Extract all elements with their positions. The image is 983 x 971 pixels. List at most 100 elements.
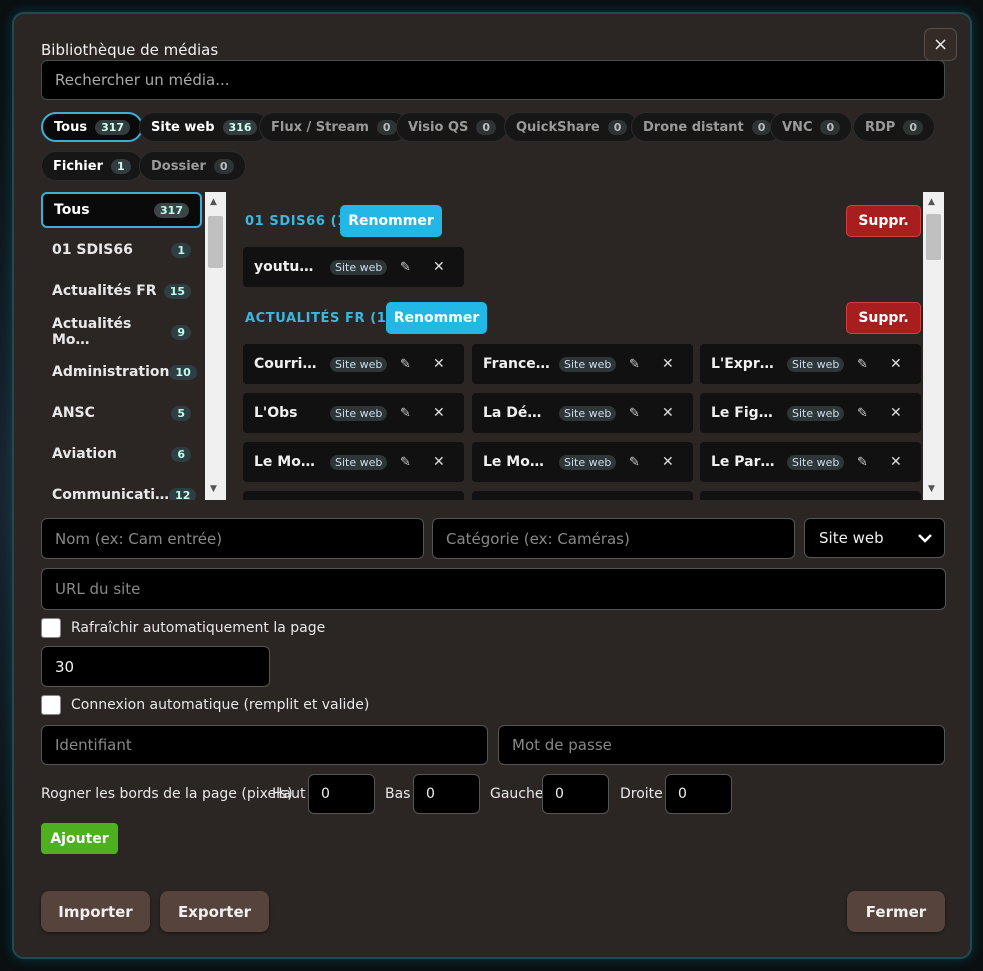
category-count: 1 bbox=[171, 242, 191, 258]
category-scrollbar[interactable]: ▲ ▼ bbox=[205, 192, 226, 500]
category-count: 15 bbox=[163, 283, 191, 299]
crop-top-value: 0 bbox=[321, 786, 330, 802]
media-card[interactable]: Courrie… Site web ✎ ✕ bbox=[243, 344, 464, 384]
category-input[interactable]: Catégorie (ex: Caméras) bbox=[432, 518, 795, 559]
media-card[interactable]: youtub… Site web ✎ ✕ bbox=[243, 247, 464, 287]
type-select-value: Site web bbox=[819, 529, 884, 547]
media-card[interactable]: Le Mon… Site web ✎ ✕ bbox=[472, 442, 693, 482]
filter-count: 0 bbox=[903, 119, 923, 135]
filter-chip-tous[interactable]: Tous 317 bbox=[41, 112, 144, 142]
scroll-up-icon[interactable]: ▲ bbox=[210, 197, 217, 207]
rename-group-button[interactable]: Renommer bbox=[386, 302, 487, 334]
crop-right-label: Droite bbox=[620, 786, 663, 802]
delete-icon[interactable]: ✕ bbox=[433, 259, 445, 275]
name-input[interactable]: Nom (ex: Cam entrée) bbox=[41, 518, 424, 559]
refresh-interval-input[interactable]: 30 bbox=[41, 646, 270, 687]
edit-icon[interactable]: ✎ bbox=[629, 406, 640, 421]
media-card-partial[interactable] bbox=[472, 491, 693, 500]
crop-bottom-label: Bas bbox=[385, 786, 411, 802]
category-item-ansc[interactable]: ANSC 5 bbox=[41, 395, 202, 431]
filter-chip-quickshare[interactable]: QuickShare 0 bbox=[504, 112, 640, 142]
media-card[interactable]: La Dépê… Site web ✎ ✕ bbox=[472, 393, 693, 433]
category-item-actualites-fr[interactable]: Actualités FR 15 bbox=[41, 273, 202, 309]
rename-group-button[interactable]: Renommer bbox=[340, 205, 442, 237]
media-card[interactable]: L'Express Site web ✎ ✕ bbox=[700, 344, 921, 384]
filter-chip-visio-qs[interactable]: Visio QS 0 bbox=[396, 112, 509, 142]
filter-count: 317 bbox=[95, 119, 131, 135]
delete-icon[interactable]: ✕ bbox=[662, 454, 674, 470]
delete-icon[interactable]: ✕ bbox=[433, 454, 445, 470]
close-footer-button[interactable]: Fermer bbox=[847, 891, 945, 932]
auto-refresh-checkbox[interactable] bbox=[41, 618, 61, 638]
media-card[interactable]: France I… Site web ✎ ✕ bbox=[472, 344, 693, 384]
scroll-up-icon[interactable]: ▲ bbox=[928, 197, 935, 207]
filter-chip-drone-distant[interactable]: Drone distant 0 bbox=[631, 112, 784, 142]
delete-group-button[interactable]: Suppr. bbox=[846, 205, 921, 237]
edit-icon[interactable]: ✎ bbox=[857, 406, 868, 421]
edit-icon[interactable]: ✎ bbox=[400, 406, 411, 421]
category-item-actualites-monde[interactable]: Actualités Mo… 9 bbox=[41, 314, 202, 350]
crop-top-input[interactable]: 0 bbox=[308, 774, 375, 814]
delete-group-button[interactable]: Suppr. bbox=[846, 302, 921, 334]
export-button[interactable]: Exporter bbox=[160, 891, 269, 932]
scroll-thumb[interactable] bbox=[208, 216, 223, 268]
filter-chip-site-web[interactable]: Site web 316 bbox=[139, 112, 270, 142]
crop-left-input[interactable]: 0 bbox=[542, 774, 609, 814]
password-input[interactable]: Mot de passe bbox=[498, 725, 945, 765]
delete-icon[interactable]: ✕ bbox=[433, 356, 445, 372]
media-card[interactable]: L'Obs Site web ✎ ✕ bbox=[243, 393, 464, 433]
name-placeholder: Nom (ex: Cam entrée) bbox=[55, 529, 223, 548]
edit-icon[interactable]: ✎ bbox=[629, 455, 640, 470]
edit-icon[interactable]: ✎ bbox=[400, 357, 411, 372]
delete-icon[interactable]: ✕ bbox=[433, 405, 445, 421]
category-item-aviation[interactable]: Aviation 6 bbox=[41, 436, 202, 472]
category-item-tous[interactable]: Tous 317 bbox=[41, 192, 202, 228]
group-title: 01 SDIS66 (1) bbox=[245, 214, 354, 229]
edit-icon[interactable]: ✎ bbox=[400, 260, 411, 275]
login-input[interactable]: Identifiant bbox=[41, 725, 488, 765]
delete-icon[interactable]: ✕ bbox=[890, 405, 902, 421]
delete-icon[interactable]: ✕ bbox=[662, 356, 674, 372]
edit-icon[interactable]: ✎ bbox=[629, 357, 640, 372]
category-item-administration[interactable]: Administration 10 bbox=[41, 354, 202, 390]
media-scrollbar[interactable]: ▲ ▼ bbox=[923, 192, 944, 500]
add-button[interactable]: Ajouter bbox=[41, 823, 118, 854]
crop-bottom-input[interactable]: 0 bbox=[413, 774, 480, 814]
media-card-partial[interactable] bbox=[700, 491, 921, 500]
search-input[interactable]: Rechercher un média... bbox=[41, 60, 945, 100]
filter-label: Site web bbox=[151, 119, 215, 135]
scroll-thumb[interactable] bbox=[926, 214, 941, 260]
edit-icon[interactable]: ✎ bbox=[857, 357, 868, 372]
delete-icon[interactable]: ✕ bbox=[890, 454, 902, 470]
edit-icon[interactable]: ✎ bbox=[857, 455, 868, 470]
scroll-down-icon[interactable]: ▼ bbox=[210, 484, 217, 494]
scroll-down-icon[interactable]: ▼ bbox=[928, 484, 935, 494]
url-input[interactable]: URL du site bbox=[41, 568, 946, 610]
auto-login-checkbox[interactable] bbox=[41, 695, 61, 715]
crop-label: Rogner les bords de la page (pixels) bbox=[41, 786, 293, 802]
media-card-partial[interactable] bbox=[243, 491, 464, 500]
filter-chip-fichier[interactable]: Fichier 1 bbox=[41, 151, 143, 181]
media-card[interactable]: Le Figaro Site web ✎ ✕ bbox=[700, 393, 921, 433]
delete-icon[interactable]: ✕ bbox=[890, 356, 902, 372]
crop-right-input[interactable]: 0 bbox=[665, 774, 732, 814]
media-card[interactable]: Le Monde Site web ✎ ✕ bbox=[243, 442, 464, 482]
close-button[interactable]: × bbox=[924, 28, 957, 61]
type-select[interactable]: Site web bbox=[804, 518, 945, 558]
filter-chip-flux-stream[interactable]: Flux / Stream 0 bbox=[259, 112, 409, 142]
media-name: Le Monde bbox=[254, 454, 322, 470]
category-count: 10 bbox=[169, 364, 197, 380]
filter-chip-rdp[interactable]: RDP 0 bbox=[853, 112, 935, 142]
edit-icon[interactable]: ✎ bbox=[400, 455, 411, 470]
filter-label: Fichier bbox=[53, 158, 103, 174]
category-item-sdis66[interactable]: 01 SDIS66 1 bbox=[41, 232, 202, 268]
media-card[interactable]: Le Paris… Site web ✎ ✕ bbox=[700, 442, 921, 482]
filter-chip-dossier[interactable]: Dossier 0 bbox=[139, 151, 246, 181]
import-button[interactable]: Importer bbox=[41, 891, 150, 932]
filter-label: VNC bbox=[782, 119, 813, 135]
media-library-dialog: Bibliothèque de médias × Rechercher un m… bbox=[12, 12, 972, 959]
category-item-communication[interactable]: Communicati… 12 bbox=[41, 477, 202, 500]
delete-icon[interactable]: ✕ bbox=[662, 405, 674, 421]
filter-chip-vnc[interactable]: VNC 0 bbox=[770, 112, 853, 142]
filter-count: 1 bbox=[110, 158, 131, 174]
